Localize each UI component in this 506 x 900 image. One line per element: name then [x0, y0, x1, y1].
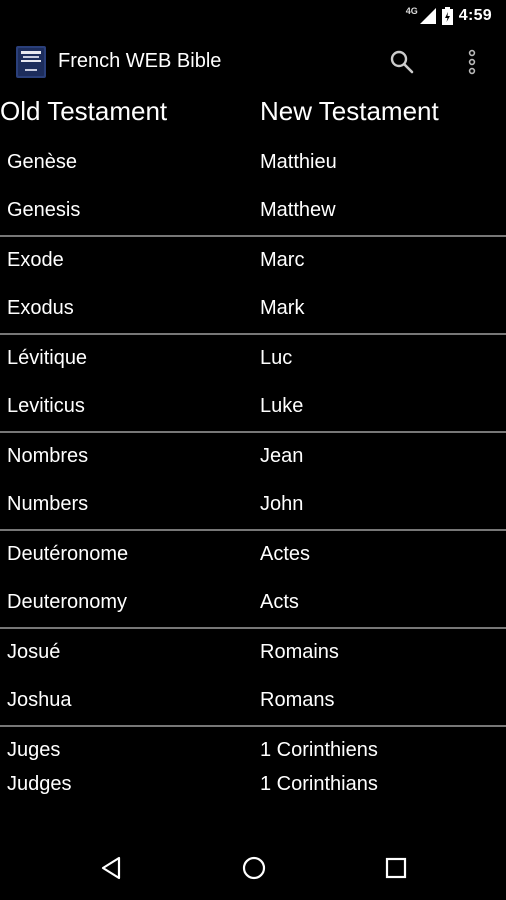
column-headers: Old Testament New Testament — [0, 96, 506, 136]
nt-book-french[interactable]: Luc — [260, 347, 292, 370]
recents-icon[interactable] — [382, 854, 410, 882]
nt-book-french[interactable]: Matthieu — [260, 151, 337, 174]
back-icon[interactable] — [97, 854, 125, 882]
nt-book-french[interactable]: Actes — [260, 543, 310, 566]
home-icon[interactable] — [240, 854, 268, 882]
nt-book-french[interactable]: Romains — [260, 641, 339, 664]
ot-book-french[interactable]: Juges — [7, 739, 60, 762]
network-type: 4G — [405, 6, 418, 16]
ot-book-english[interactable]: Numbers — [7, 493, 88, 516]
nt-book-french[interactable]: Marc — [260, 249, 304, 272]
book-line: Leviticus Luke — [0, 383, 506, 431]
book-line: Numbers John — [0, 481, 506, 529]
book-group-1: Genèse Matthieu Genesis Matthew — [0, 139, 506, 237]
old-testament-header: Old Testament — [0, 96, 168, 126]
book-line: Genesis Matthew — [0, 187, 506, 235]
nt-book-french[interactable]: Jean — [260, 445, 303, 468]
ot-book-english[interactable]: Leviticus — [7, 395, 85, 418]
ot-book-french[interactable]: Josué — [7, 641, 60, 664]
ot-book-english[interactable]: Joshua — [7, 689, 72, 712]
ot-book-english[interactable]: Exodus — [7, 297, 74, 320]
ot-book-french[interactable]: Lévitique — [7, 347, 87, 370]
signal-icon — [419, 8, 436, 24]
nt-book-english[interactable]: Romans — [260, 689, 334, 712]
book-group-2: Exode Marc Exodus Mark — [0, 237, 506, 335]
ot-book-english[interactable]: Genesis — [7, 199, 80, 222]
ot-book-english[interactable]: Deuteronomy — [7, 591, 127, 614]
book-line: Judges 1 Corinthians — [0, 769, 506, 811]
app-bar: French WEB Bible — [0, 32, 506, 92]
ot-book-english[interactable]: Judges — [7, 773, 72, 796]
book-line: Deutéronome Actes — [0, 531, 506, 579]
ot-book-french[interactable]: Deutéronome — [7, 543, 128, 566]
nt-book-english[interactable]: John — [260, 493, 303, 516]
nt-book-english[interactable]: Mark — [260, 297, 304, 320]
book-line: Juges 1 Corinthiens — [0, 727, 506, 769]
ot-book-french[interactable]: Exode — [7, 249, 64, 272]
nt-book-english[interactable]: Acts — [260, 591, 299, 614]
book-group-5: Deutéronome Actes Deuteronomy Acts — [0, 531, 506, 629]
clock: 4:59 — [458, 7, 492, 24]
ot-book-french[interactable]: Genèse — [7, 151, 77, 174]
overflow-menu-icon[interactable] — [458, 46, 486, 78]
book-list: Genèse Matthieu Genesis Matthew Exode Ma… — [0, 139, 506, 811]
status-bar: 4G 4:59 — [0, 0, 506, 32]
bible-book-icon[interactable] — [14, 45, 48, 79]
status-icons: 4G 4:59 — [406, 6, 492, 26]
book-group-6: Josué Romains Joshua Romans — [0, 629, 506, 727]
battery-icon — [441, 7, 453, 25]
navigation-bar — [0, 836, 506, 900]
nt-book-english[interactable]: 1 Corinthians — [260, 773, 378, 796]
book-line: Genèse Matthieu — [0, 139, 506, 187]
book-group-4: Nombres Jean Numbers John — [0, 433, 506, 531]
new-testament-header: New Testament — [260, 96, 439, 126]
ot-book-french[interactable]: Nombres — [7, 445, 88, 468]
nt-book-english[interactable]: Matthew — [260, 199, 336, 222]
search-icon[interactable] — [386, 46, 418, 78]
book-group-7: Juges 1 Corinthiens Judges 1 Corinthians — [0, 727, 506, 811]
book-line: Joshua Romans — [0, 677, 506, 725]
book-line: Josué Romains — [0, 629, 506, 677]
book-line: Lévitique Luc — [0, 335, 506, 383]
book-line: Deuteronomy Acts — [0, 579, 506, 627]
book-group-3: Lévitique Luc Leviticus Luke — [0, 335, 506, 433]
app-title: French WEB Bible — [58, 50, 222, 72]
nt-book-french[interactable]: 1 Corinthiens — [260, 739, 378, 762]
nt-book-english[interactable]: Luke — [260, 395, 303, 418]
book-line: Nombres Jean — [0, 433, 506, 481]
book-line: Exodus Mark — [0, 285, 506, 333]
book-line: Exode Marc — [0, 237, 506, 285]
